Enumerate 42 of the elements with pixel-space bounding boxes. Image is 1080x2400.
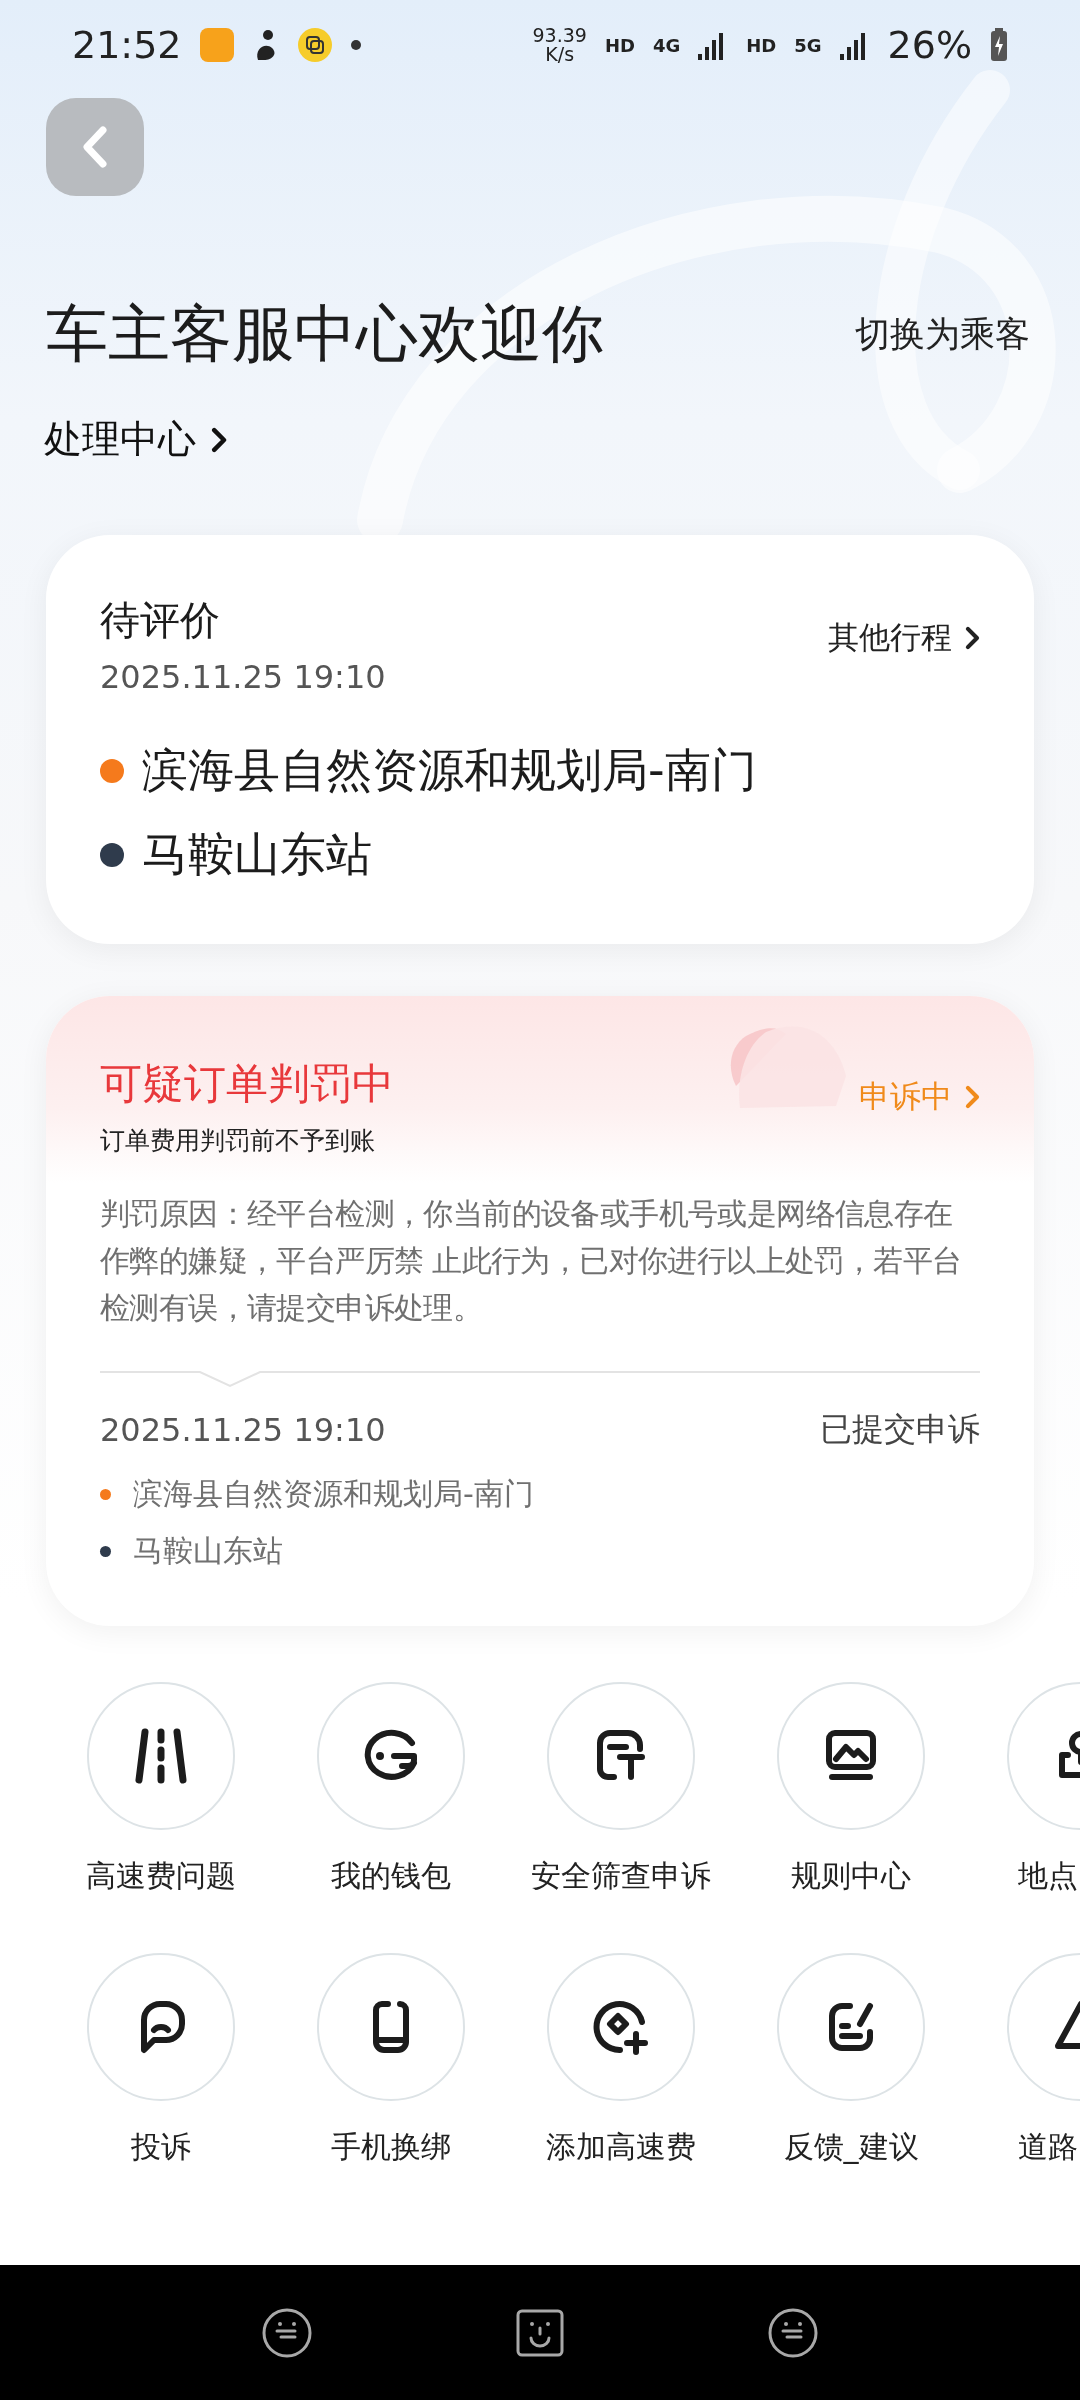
- page-title: 车主客服中心欢迎你: [46, 296, 604, 372]
- trip-time: 2025.11.25 19:10: [100, 658, 386, 696]
- app-notification-icon: [199, 28, 234, 62]
- battery-level: 26%: [887, 23, 972, 67]
- dot-icon: [349, 39, 362, 51]
- status-time: 21:52: [72, 23, 182, 67]
- chevron-icon: [964, 1084, 980, 1110]
- service-label: 添加高速费: [546, 2128, 696, 2166]
- chevron-icon: [210, 425, 227, 454]
- penalty-subtitle: 订单费用判罚前不予到账: [100, 1125, 376, 1157]
- appeal-submitted: 已提交申诉: [820, 1409, 980, 1450]
- order-time: 2025.11.25 19:10: [100, 1411, 386, 1449]
- network-indicator: 5G: [794, 34, 822, 56]
- battery-icon: [990, 28, 1008, 62]
- copy-icon: [297, 28, 332, 62]
- service-label: 安全筛查申诉: [531, 1857, 711, 1895]
- network-indicator: 4G: [652, 34, 681, 56]
- processing-center-link[interactable]: 处理中心: [44, 414, 227, 465]
- penalty-reason: 判罚原因：经平台检测，你当前的设备或手机号或是网络信息存在作弊的嫌疑，平台严厉禁 止此行为，已对你进行以上处罚，若平台检测有误，请提交申诉处理。: [99, 1196, 963, 1327]
- chevron-icon: [964, 625, 980, 651]
- penalty-title: 可疑订单判罚中: [100, 1058, 394, 1110]
- nav-button-icon[interactable]: [515, 2307, 565, 2358]
- service-label: 规则中心: [791, 1857, 911, 1895]
- route-stop: 滨海县自然资源和规划局-南门: [133, 1475, 534, 1513]
- network-indicator: HD: [604, 34, 635, 56]
- service-label: 投诉: [131, 2128, 191, 2166]
- nav-button-icon[interactable]: [767, 2306, 819, 2359]
- route-stop: 马鞍山东站: [133, 1532, 283, 1570]
- card-title: 待评价: [100, 596, 221, 645]
- route-stop: 滨海县自然资源和规划局-南门: [142, 742, 757, 799]
- network-speed: 93.39 K/s: [532, 26, 587, 64]
- service-label: 地点: [1018, 1857, 1078, 1895]
- service-label: 高速费问题: [86, 1857, 236, 1895]
- service-label: 我的钱包: [331, 1857, 451, 1895]
- network-indicator: HD: [746, 34, 777, 56]
- service-label: 道路: [1018, 2128, 1078, 2166]
- other-trips-link[interactable]: 其他行程: [828, 617, 980, 659]
- service-label: 反馈_建议: [783, 2128, 919, 2166]
- switch-role-link[interactable]: 切换为乘客: [855, 310, 1030, 358]
- nav-button-icon[interactable]: [261, 2306, 313, 2359]
- service-label: 手机换绑: [331, 2128, 451, 2166]
- route-stop: 马鞍山东站: [142, 826, 372, 883]
